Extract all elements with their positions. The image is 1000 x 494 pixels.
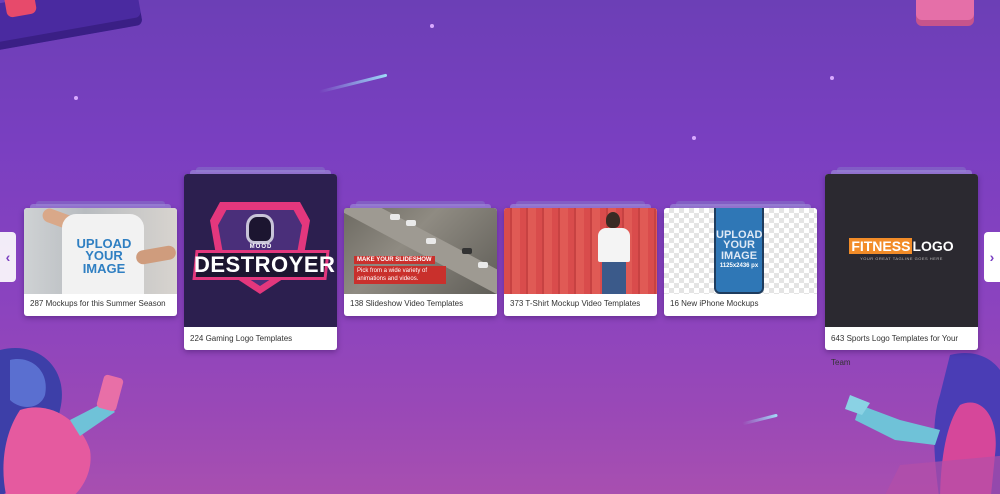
card-thumbnail: MOOD DESTROYER — [184, 174, 337, 327]
carousel-card-gaming-logos[interactable]: MOOD DESTROYER 224 Gaming Logo Templates — [184, 167, 337, 350]
carousel-card-slideshow-templates[interactable]: MAKE YOUR SLIDESHOW Pick from a wide var… — [344, 201, 497, 316]
chevron-left-icon: ‹ — [5, 249, 11, 265]
carousel-card-summer-mockups[interactable]: UPLOAD YOUR IMAGE 287 Mockups for this S… — [24, 201, 177, 316]
chevron-right-icon: › — [989, 249, 995, 265]
thumbnail-text: UPLOAD YOUR IMAGE — [76, 236, 132, 276]
thumbnail-subtext: YOUR GREAT TAGLINE GOES HERE — [860, 256, 943, 261]
card-label: 138 Slideshow Video Templates — [350, 299, 464, 308]
person-illustration — [845, 353, 1000, 494]
thumbnail-text: UPLOAD YOUR IMAGE — [716, 229, 763, 262]
star-dot — [74, 96, 78, 100]
thumbnail-text: MAKE YOUR SLIDESHOW — [354, 256, 435, 264]
thumbnail-subtext: Pick from a wide variety of animations a… — [354, 266, 446, 285]
star-dot — [692, 136, 696, 140]
carousel-prev-button[interactable]: ‹ — [0, 232, 16, 282]
thumbnail-text: LOGO — [912, 238, 954, 254]
card-label: 287 Mockups for this Summer Season — [30, 299, 166, 308]
card-thumbnail: UPLOAD YOUR IMAGE 1125x2436 px — [664, 208, 817, 294]
shooting-star — [742, 413, 778, 426]
star-dot — [830, 76, 834, 80]
card-thumbnail: FITNESS LOGO YOUR GREAT TAGLINE GOES HERE — [825, 174, 978, 327]
person-with-phone-illustration — [0, 348, 124, 494]
card-illustration — [916, 0, 974, 20]
thumbnail-logo: FITNESS LOGO — [825, 238, 978, 254]
film-strip-illustration — [0, 0, 143, 51]
card-thumbnail: MAKE YOUR SLIDESHOW Pick from a wide var… — [344, 208, 497, 294]
hero-banner: ‹ › UPLOAD YOUR IMAGE 287 Mockups for th… — [0, 0, 1000, 494]
carousel-card-iphone-mockups[interactable]: UPLOAD YOUR IMAGE 1125x2436 px 16 New iP… — [664, 201, 817, 316]
card-label: 373 T-Shirt Mockup Video Templates — [510, 299, 641, 308]
card-label: 643 Sports Logo Templates for Your Team — [831, 334, 959, 367]
thumbnail-text: FITNESS — [849, 238, 913, 254]
carousel-card-tshirt-video-templates[interactable]: 373 T-Shirt Mockup Video Templates — [504, 201, 657, 316]
thumbnail-subtext: MOOD — [249, 244, 273, 250]
carousel-next-button[interactable]: › — [984, 232, 1000, 282]
carousel-card-sports-logos[interactable]: FITNESS LOGO YOUR GREAT TAGLINE GOES HERE… — [825, 167, 978, 367]
gas-mask-icon — [246, 214, 274, 244]
card-thumbnail: UPLOAD YOUR IMAGE — [24, 208, 177, 294]
card-label: 16 New iPhone Mockups — [670, 299, 759, 308]
shooting-star — [318, 73, 388, 94]
card-thumbnail — [504, 208, 657, 294]
thumbnail-text: DESTROYER — [194, 252, 336, 277]
star-dot — [430, 24, 434, 28]
card-label: 224 Gaming Logo Templates — [190, 334, 293, 343]
thumbnail-subtext: 1125x2436 px — [719, 263, 759, 269]
